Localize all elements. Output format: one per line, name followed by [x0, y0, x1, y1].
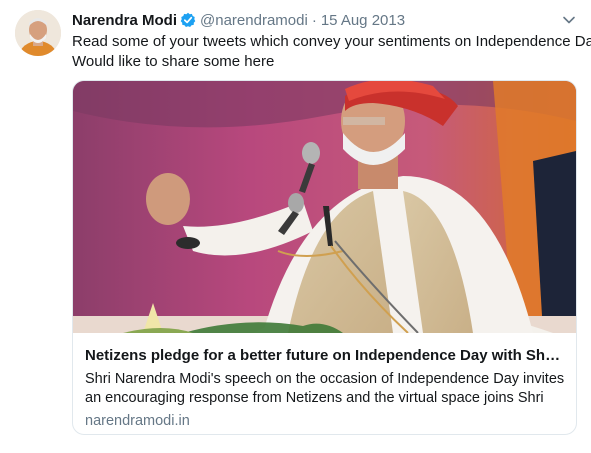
card-body[interactable]: Netizens pledge for a better future on I… [85, 346, 565, 431]
user-handle[interactable]: @narendramodi [200, 12, 308, 29]
link-card[interactable]: Netizens pledge for a better future on I… [72, 80, 577, 435]
tweet[interactable]: Narendra Modi @narendramodi · 15 Aug 201… [0, 0, 591, 453]
tweet-header: Narendra Modi @narendramodi · 15 Aug 201… [72, 10, 405, 30]
card-description-line: Shri Narendra Modi's speech on the occas… [85, 371, 565, 387]
card-description: Shri Narendra Modi's speech on the occas… [85, 370, 565, 408]
separator-dot: · [311, 11, 317, 29]
tweet-text-line: Read some of your tweets which convey yo… [72, 33, 591, 50]
card-title[interactable]: Netizens pledge for a better future on I… [85, 346, 565, 365]
verified-badge-icon [180, 12, 196, 28]
tweet-text: Read some of your tweets which convey yo… [72, 32, 591, 72]
avatar[interactable] [15, 10, 61, 56]
tweet-date[interactable]: 15 Aug 2013 [321, 12, 405, 29]
chevron-down-icon[interactable] [561, 12, 577, 28]
card-domain[interactable]: narendramodi.in [85, 412, 565, 431]
tweet-text-line: Would like to share some here [72, 53, 275, 70]
display-name[interactable]: Narendra Modi [72, 12, 177, 29]
card-image[interactable] [73, 81, 576, 333]
card-description-line: an encouraging response from Netizens an… [85, 390, 544, 406]
